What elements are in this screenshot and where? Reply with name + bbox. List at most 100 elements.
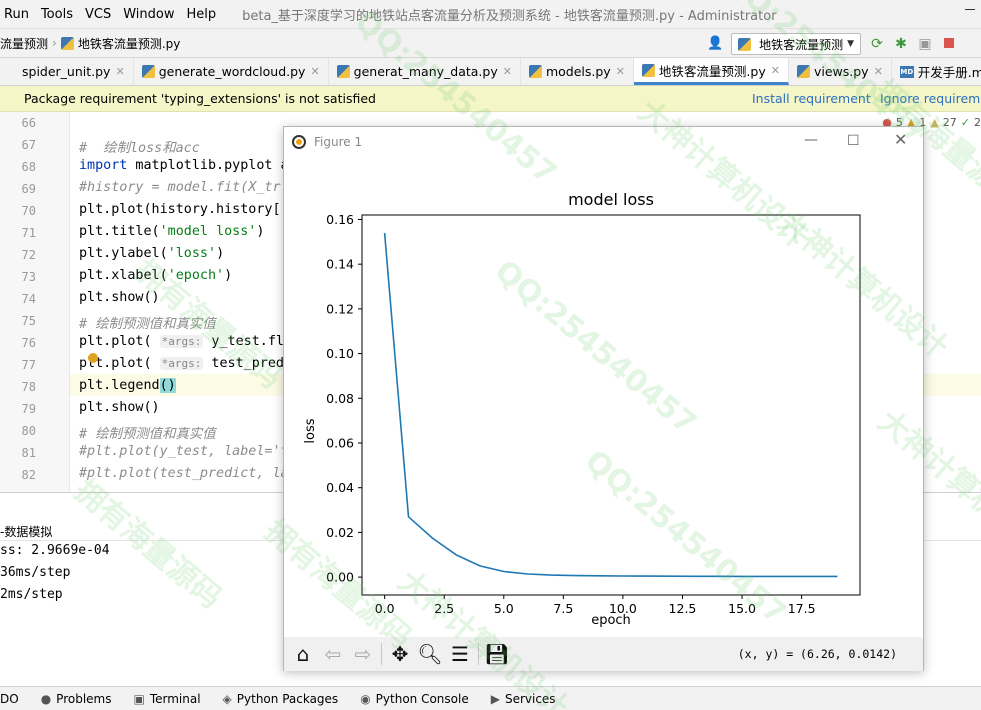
run-panel-title[interactable]: -数据模拟	[0, 523, 52, 540]
close-icon[interactable]: ✕	[310, 65, 319, 78]
markdown-file-icon: MD	[899, 65, 914, 78]
menu-help[interactable]: Help	[182, 7, 224, 22]
x-tick-label: 5.0	[494, 601, 514, 616]
code-line: plt.title('model loss')	[79, 224, 264, 239]
code-token: matplotlib.pyplot a	[127, 158, 289, 173]
maximize-icon[interactable]: ☐	[847, 133, 860, 149]
tab-spider-unit[interactable]: spider_unit.py ✕	[0, 58, 134, 85]
services-tool-button[interactable]: ▶ Services	[491, 692, 556, 706]
code-token: # 绘制预测值和真实值	[79, 427, 216, 442]
tab-generat-many-data[interactable]: generat_many_data.py ✕	[329, 58, 521, 85]
navigation-bar: 流量预测 › 地铁客流量预测.py 👤 地铁客流量预测 ▼ ⟳ ✱ ▣	[0, 28, 981, 58]
weak-warning-icon: ▲	[930, 116, 939, 129]
code-line: plt.plot(history.history[	[79, 202, 281, 217]
x-tick-label: 12.5	[669, 601, 697, 616]
code-token: # 绘制预测值和真实值	[79, 317, 216, 332]
python-file-icon	[141, 65, 155, 78]
tab-models[interactable]: models.py ✕	[521, 58, 634, 85]
terminal-tool-button[interactable]: ▣ Terminal	[133, 692, 200, 706]
zoom-icon[interactable]: 🔍︎	[415, 640, 445, 668]
configure-subplots-icon[interactable]: ☰	[445, 640, 475, 668]
code-line: # 绘制预测值和真实值	[79, 422, 216, 442]
todo-tool-button[interactable]: DO	[0, 692, 19, 706]
coverage-icon[interactable]: ▣	[917, 36, 933, 52]
install-requirement-link[interactable]: Install requirement	[752, 91, 871, 106]
stop-icon[interactable]	[941, 36, 957, 52]
console-output-line: 2ms/step	[0, 587, 63, 602]
menu-bar: Run Tools VCS Window Help beta_基于深度学习的地铁…	[0, 0, 981, 28]
python-packages-tool-button[interactable]: ◈ Python Packages	[223, 692, 339, 706]
line-number: 75	[21, 314, 36, 328]
pan-icon[interactable]: ✥	[385, 640, 415, 668]
home-icon[interactable]: ⌂	[288, 640, 318, 668]
save-icon[interactable]: 💾︎	[482, 640, 512, 668]
breadcrumb-separator: ›	[52, 36, 57, 50]
lightbulb-icon[interactable]	[88, 353, 98, 363]
tab-dev-manual[interactable]: MD开发手册.md✕	[892, 58, 981, 85]
code-token: )	[224, 268, 233, 283]
services-label: Services	[504, 691, 556, 706]
close-icon[interactable]: ✕	[874, 65, 883, 78]
back-icon[interactable]: ⇦	[318, 640, 348, 668]
tab-views[interactable]: views.py ✕	[789, 58, 892, 85]
minimize-icon[interactable]: —	[804, 132, 818, 148]
line-number: 81	[21, 446, 36, 460]
tab-generate-wordcloud[interactable]: generate_wordcloud.py ✕	[134, 58, 329, 85]
breadcrumb-file[interactable]: 地铁客流量预测.py	[60, 35, 180, 52]
python-console-icon: ◉	[360, 691, 371, 706]
user-icon[interactable]: 👤	[707, 36, 723, 52]
tab-metro-forecast[interactable]: 地铁客流量预测.py ✕	[633, 58, 789, 85]
console-output-line: ss: 2.9669e-04	[0, 543, 110, 558]
x-tick-label: 0.0	[375, 601, 395, 616]
close-icon[interactable]: ✕	[616, 65, 625, 78]
close-icon[interactable]: ✕	[115, 65, 124, 78]
code-line: import matplotlib.pyplot a	[79, 158, 289, 173]
rerun-icon[interactable]: ⟳	[869, 36, 885, 52]
typo-count: 2	[974, 116, 981, 129]
menu-vcs[interactable]: VCS	[81, 7, 119, 22]
problems-label: Problems	[56, 691, 112, 706]
menu-run[interactable]: Run	[0, 7, 37, 22]
code-token: #history = model.fit(X_tr	[79, 180, 281, 195]
code-line: # 绘制loss和acc	[79, 136, 200, 156]
debug-icon[interactable]: ✱	[893, 36, 909, 52]
notification-message: Package requirement 'typing_extensions' …	[24, 91, 376, 106]
problems-icon: ●	[40, 691, 52, 706]
x-tick-label: 17.5	[788, 601, 816, 616]
menu-window[interactable]: Window	[119, 7, 182, 22]
editor-tabs: spider_unit.py ✕ generate_wordcloud.py ✕ g…	[0, 58, 981, 86]
code-token: plt.plot(history.history[	[79, 202, 281, 217]
code-token: plt.xlabel(	[79, 268, 168, 283]
problems-tool-button[interactable]: ● Problems	[41, 692, 112, 706]
menu-tools[interactable]: Tools	[37, 7, 81, 22]
code-token: 'epoch'	[167, 268, 225, 283]
y-tick-label: 0.14	[326, 257, 354, 272]
line-number: 76	[21, 336, 36, 350]
minimize-icon[interactable]	[965, 9, 975, 10]
python-console-tool-button[interactable]: ◉ Python Console	[360, 692, 469, 706]
forward-icon[interactable]: ⇨	[348, 640, 378, 668]
code-token: 'model loss'	[159, 224, 257, 239]
run-config-selector[interactable]: 地铁客流量预测 ▼	[731, 33, 861, 55]
code-token: plt.legend	[79, 378, 160, 393]
close-icon[interactable]: ✕	[894, 130, 907, 149]
close-icon[interactable]: ✕	[503, 65, 512, 78]
toolbar-divider	[381, 643, 382, 665]
matplotlib-icon	[292, 135, 306, 149]
tab-label: models.py	[545, 64, 611, 79]
ignore-requirement-link[interactable]: Ignore requirement	[880, 91, 981, 106]
todo-label: DO	[0, 691, 19, 706]
figure-titlebar[interactable]: Figure 1 — ☐ ✕	[284, 127, 923, 157]
line-number: 80	[21, 424, 36, 438]
line-number: 66	[21, 116, 36, 130]
figure-toolbar: ⌂ ⇦ ⇨ ✥ 🔍︎ ☰ 💾︎ (x, y) = (6.26, 0.0142)	[284, 637, 923, 671]
close-icon[interactable]: ✕	[771, 64, 780, 77]
tab-label: 开发手册.md	[917, 65, 981, 80]
breadcrumb-project[interactable]: 流量预测	[0, 35, 48, 52]
matplotlib-figure-window[interactable]: Figure 1 — ☐ ✕ 0.0 2.5 5.0 7.5 10.0 12.5 15.0 1…	[283, 126, 924, 671]
code-line: #history = model.fit(X_tr	[79, 180, 281, 195]
run-config-label: 地铁客流量预测	[759, 37, 844, 52]
line-number: 78	[21, 380, 36, 394]
python-file-icon	[528, 65, 542, 78]
y-tick-label: 0.12	[326, 301, 354, 316]
